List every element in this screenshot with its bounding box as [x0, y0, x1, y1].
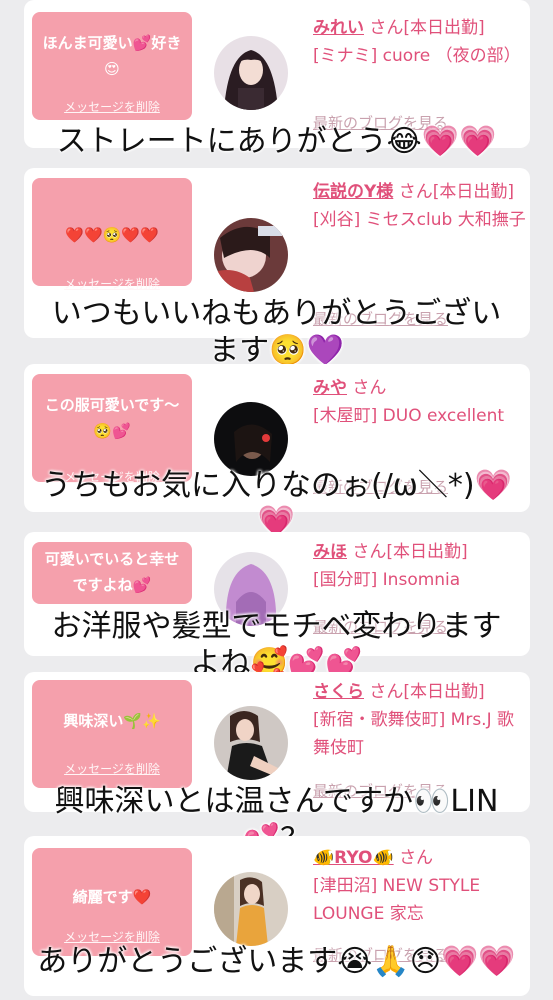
caption-text-line1: 興味深いとは温さんですか👀LIN [54, 784, 499, 819]
message-text: 可愛いでいると幸せですよね💕 [44, 550, 180, 594]
cast-name-link[interactable]: 伝説のY様 [313, 182, 393, 202]
shop-name: [新宿・歌舞伎町] Mrs.J 歌舞伎町 [313, 710, 515, 758]
avatar[interactable] [214, 36, 288, 110]
cast-info: 伝説のY様 さん[本日出勤] [刈谷] ミセスclub 大和撫子 [313, 178, 528, 234]
cast-status: さん[本日出勤] [398, 182, 514, 202]
shop-name: [刈谷] ミセスclub 大和撫子 [313, 210, 526, 230]
cast-info: さくら さん[本日出勤] [新宿・歌舞伎町] Mrs.J 歌舞伎町 [313, 678, 528, 762]
delete-message-link[interactable]: メッセージを削除 [32, 98, 192, 115]
message-text: ❤️❤️🥺❤️❤️ [65, 226, 159, 244]
message-bubble: ほんま可愛い💕好き😍 メッセージを削除 [32, 12, 192, 120]
caption-text: ストレートにありがとう😂💗💗 [56, 124, 497, 159]
message-text: 綺麗です❤️ [72, 888, 152, 906]
message-bubble: 可愛いでいると幸せですよね💕 [32, 542, 192, 604]
caption-text: ありがとうございます😭🙏😞💗💗 [37, 944, 516, 979]
avatar[interactable] [214, 218, 288, 292]
caption-text-line1: お洋服や髪型でモチベ変わります [51, 609, 502, 644]
cast-name-link[interactable]: みや [313, 378, 347, 398]
cast-status: さん[本日出勤] [369, 18, 485, 38]
avatar[interactable] [214, 872, 288, 946]
message-text: ほんま可愛い💕好き😍 [42, 34, 182, 78]
cast-status: さん[本日出勤] [352, 542, 468, 562]
shop-name: [津田沼] NEW STYLE LOUNGE 家忘 [313, 876, 481, 924]
cast-info: みほ さん[本日出勤] [国分町] Insomnia [313, 538, 528, 594]
message-bubble: 興味深い🌱✨ メッセージを削除 [32, 680, 192, 788]
avatar[interactable] [214, 706, 288, 780]
cast-name-link[interactable]: 🐠RYO🐠 [313, 848, 394, 868]
message-bubble: 綺麗です❤️ メッセージを削除 [32, 848, 192, 956]
delete-message-link[interactable]: メッセージを削除 [32, 275, 192, 292]
caption-text-line1: いつもいいねもありがとうござい [51, 296, 502, 331]
message-text: この服可愛いです〜🥺💕 [44, 396, 180, 440]
caption-text-line1: うちもお気に入りなのぉ(/ω＼*)💗 [41, 468, 512, 503]
cast-status: さん [352, 378, 387, 398]
cast-name-link[interactable]: みれい [313, 18, 364, 38]
shop-name: [ミナミ] cuore （夜の部） [313, 46, 521, 66]
shop-name: [国分町] Insomnia [313, 570, 461, 590]
cast-info: みや さん [木屋町] DUO excellent [313, 374, 528, 430]
cast-status: さん [399, 848, 434, 868]
message-bubble: ❤️❤️🥺❤️❤️ メッセージを削除 [32, 178, 192, 291]
message-text: 興味深い🌱✨ [63, 712, 161, 730]
cast-info: みれい さん[本日出勤] [ミナミ] cuore （夜の部） [313, 14, 528, 70]
delete-message-link[interactable]: メッセージを削除 [32, 760, 192, 777]
cast-info: 🐠RYO🐠 さん [津田沼] NEW STYLE LOUNGE 家忘 [313, 844, 528, 928]
delete-message-link[interactable]: メッセージを削除 [32, 928, 192, 945]
avatar[interactable] [214, 402, 288, 476]
message-bubble: この服可愛いです〜🥺💕 メッセージを削除 [32, 374, 192, 484]
cast-name-link[interactable]: みほ [313, 542, 347, 562]
cast-name-link[interactable]: さくら [313, 682, 364, 702]
cast-status: さん[本日出勤] [369, 682, 485, 702]
shop-name: [木屋町] DUO excellent [313, 406, 505, 426]
